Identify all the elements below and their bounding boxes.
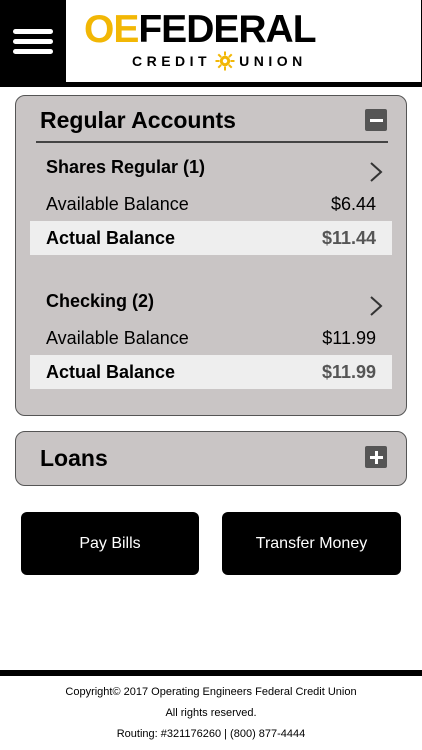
regular-accounts-title: Regular Accounts bbox=[40, 107, 236, 133]
available-balance-amount: $6.44 bbox=[330, 193, 376, 214]
actual-balance-label: Actual Balance bbox=[46, 227, 176, 248]
account-name-shares-regular[interactable]: Shares Regular (1) bbox=[46, 157, 205, 178]
chevron-right-icon[interactable] bbox=[368, 294, 384, 318]
available-balance-label: Available Balance bbox=[46, 327, 189, 348]
header-divider bbox=[0, 82, 422, 87]
logo-tagline: CREDIT UNION bbox=[132, 51, 307, 71]
footer: Copyright© 2017 Operating Engineers Fede… bbox=[0, 676, 422, 750]
available-balance-amount: $11.99 bbox=[322, 327, 376, 348]
actual-balance-row: Actual Balance $11.99 bbox=[30, 355, 392, 389]
rights-text: All rights reserved. bbox=[165, 707, 257, 719]
sun-gear-icon bbox=[215, 51, 235, 71]
plus-bar-vertical bbox=[374, 450, 378, 464]
actual-balance-amount: $11.99 bbox=[321, 361, 376, 382]
expand-plus-icon[interactable] bbox=[365, 446, 387, 468]
available-balance-row: Available Balance $6.44 bbox=[30, 187, 392, 221]
actual-balance-amount: $11.44 bbox=[321, 227, 376, 248]
logo-wordmark: OEFEDERAL bbox=[84, 8, 317, 51]
regular-accounts-panel: Regular Accounts Shares Regular (1) Avai… bbox=[15, 95, 407, 416]
menu-line bbox=[13, 28, 53, 34]
copyright-text: Copyright© 2017 Operating Engineers Fede… bbox=[65, 686, 357, 698]
pay-bills-button[interactable]: Pay Bills bbox=[21, 512, 199, 575]
loans-title: Loans bbox=[40, 445, 108, 471]
menu-line bbox=[13, 48, 53, 54]
available-balance-label: Available Balance bbox=[46, 193, 189, 214]
logo-oe-text: OE bbox=[84, 8, 139, 51]
collapse-minus-icon[interactable] bbox=[365, 109, 387, 131]
oe-federal-logo: OEFEDERAL CREDIT UNION bbox=[66, 0, 422, 82]
transfer-money-button[interactable]: Transfer Money bbox=[222, 512, 401, 575]
logo-union-text: UNION bbox=[239, 53, 307, 69]
title-divider bbox=[36, 141, 388, 143]
available-balance-row: Available Balance $11.99 bbox=[30, 321, 392, 355]
hamburger-menu-icon[interactable] bbox=[0, 0, 66, 82]
actual-balance-row: Actual Balance $11.44 bbox=[30, 221, 392, 255]
logo-credit-text: CREDIT bbox=[132, 53, 212, 69]
actual-balance-label: Actual Balance bbox=[46, 361, 176, 382]
logo-federal-text: FEDERAL bbox=[138, 8, 316, 51]
app-header: OEFEDERAL CREDIT UNION bbox=[0, 0, 422, 87]
chevron-right-icon[interactable] bbox=[368, 160, 384, 184]
routing-text: Routing: #321176260 | (800) 877-4444 bbox=[116, 728, 306, 740]
loans-panel[interactable]: Loans bbox=[15, 431, 407, 486]
account-name-checking[interactable]: Checking (2) bbox=[46, 291, 154, 312]
minus-bar bbox=[369, 118, 383, 122]
menu-line bbox=[13, 38, 53, 44]
